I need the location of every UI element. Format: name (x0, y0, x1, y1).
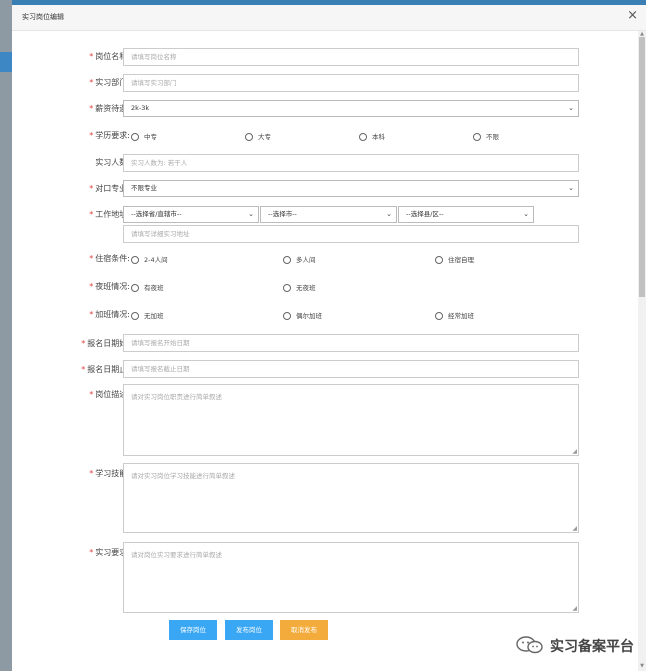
resize-grip-icon[interactable]: ◢ (572, 448, 577, 455)
accommodation-label: * 住宿条件: (89, 254, 130, 263)
salary-select[interactable]: 2k-3k ⌄ (123, 100, 579, 117)
chevron-down-icon: ⌄ (568, 184, 574, 192)
district-value: --选择县/区-- (406, 210, 444, 218)
skills-textarea[interactable]: 请对实习岗位学习技能进行简单叙述 ◢ (123, 463, 579, 533)
required-mark: * (89, 104, 94, 113)
radio-icon (435, 256, 443, 264)
district-select[interactable]: --选择县/区-- ⌄ (398, 206, 534, 223)
cancel-publish-button[interactable]: 取消发布 (280, 620, 328, 640)
city-select[interactable]: --选择市-- ⌄ (260, 206, 397, 223)
required-mark: * (89, 282, 94, 291)
address-detail-input[interactable]: 请填写详细实习地址 (123, 225, 579, 243)
radio-icon (473, 133, 481, 141)
education-option-any[interactable]: 不限 (473, 131, 499, 141)
accommodation-option-multi[interactable]: 多人间 (283, 254, 316, 264)
overtime-option-occasional[interactable]: 偶尔加班 (283, 310, 322, 320)
radio-icon (283, 284, 291, 292)
required-mark: * (89, 131, 94, 140)
modal-title: 实习岗位编辑 (22, 13, 64, 21)
overtime-option-none[interactable]: 无加班 (131, 310, 164, 320)
required-mark: * (89, 390, 94, 399)
salary-value: 2k-3k (131, 104, 150, 112)
required-mark: * (89, 254, 94, 263)
scrollbar-thumb[interactable] (639, 37, 645, 297)
chevron-down-icon: ⌄ (386, 210, 392, 218)
department-input[interactable]: 请填写实习部门 (123, 74, 579, 92)
night-shift-option-yes[interactable]: 有夜班 (131, 282, 164, 292)
required-mark: * (89, 210, 94, 219)
wechat-icon (516, 636, 543, 654)
night-shift-label: * 夜班情况: (89, 282, 130, 291)
chevron-down-icon: ⌄ (523, 210, 529, 218)
province-value: --选择省/直辖市-- (131, 210, 182, 218)
publish-position-button[interactable]: 发布岗位 (225, 620, 273, 640)
required-mark: * (89, 184, 94, 193)
scroll-down-icon[interactable]: ▼ (639, 663, 645, 669)
accommodation-option-2-4[interactable]: 2-4人间 (131, 254, 168, 264)
radio-icon (435, 312, 443, 320)
overtime-label: * 加班情况: (89, 310, 130, 319)
education-label: * 学历要求: (89, 131, 130, 140)
province-select[interactable]: --选择省/直辖市-- ⌄ (123, 206, 259, 223)
radio-icon (283, 312, 291, 320)
requirements-placeholder: 请对岗位实习要求进行简单叙述 (131, 551, 222, 559)
modal-header: 实习岗位编辑 × (12, 5, 646, 31)
description-placeholder: 请对实习岗位职责进行简单叙述 (131, 393, 222, 401)
overtime-option-frequent[interactable]: 经常加班 (435, 310, 474, 320)
save-position-button[interactable]: 保存岗位 (169, 620, 217, 640)
required-mark: * (89, 469, 94, 478)
watermark: 实习备案平台 (515, 630, 645, 660)
accommodation-option-self[interactable]: 住宿自理 (435, 254, 474, 264)
radio-icon (245, 133, 253, 141)
skills-placeholder: 请对实习岗位学习技能进行简单叙述 (131, 472, 235, 480)
description-textarea[interactable]: 请对实习岗位职责进行简单叙述 ◢ (123, 384, 579, 456)
chevron-down-icon: ⌄ (248, 210, 254, 218)
city-value: --选择市-- (268, 210, 297, 218)
close-icon[interactable]: × (627, 9, 638, 23)
headcount-input[interactable]: 实习人数为: 若干人 (123, 154, 579, 172)
chevron-down-icon: ⌄ (568, 104, 574, 112)
resize-grip-icon[interactable]: ◢ (572, 605, 577, 612)
radio-icon (283, 256, 291, 264)
required-mark: * (89, 78, 94, 87)
watermark-text: 实习备案平台 (550, 639, 634, 655)
signup-end-input[interactable]: 请填写报名截止日期 (123, 360, 579, 378)
night-shift-option-no[interactable]: 无夜班 (283, 282, 316, 292)
required-mark: * (89, 52, 94, 61)
education-option-benke[interactable]: 本科 (359, 131, 385, 141)
required-mark: * (89, 310, 94, 319)
signup-start-input[interactable]: 请填写报名开始日期 (123, 334, 579, 352)
radio-icon (131, 133, 139, 141)
radio-icon (131, 256, 139, 264)
edit-position-modal: 实习岗位编辑 × * 岗位名称: 请填写岗位名称 * 实习部门: 请填写实习部门 *… (12, 5, 646, 671)
major-select[interactable]: 不限专业 ⌄ (123, 180, 579, 197)
requirements-textarea[interactable]: 请对岗位实习要求进行简单叙述 ◢ (123, 542, 579, 613)
radio-icon (359, 133, 367, 141)
resize-grip-icon[interactable]: ◢ (572, 525, 577, 532)
required-mark: * (81, 339, 86, 348)
background-page-edge (0, 0, 12, 671)
position-name-input[interactable]: 请填写岗位名称 (123, 48, 579, 66)
education-option-zhongzhuan[interactable]: 中专 (131, 131, 157, 141)
position-form: * 岗位名称: 请填写岗位名称 * 实习部门: 请填写实习部门 * 薪资待遇: 2k-… (12, 31, 634, 671)
major-value: 不限专业 (131, 184, 157, 192)
background-active-tab (0, 52, 12, 72)
education-option-dazhuan[interactable]: 大专 (245, 131, 271, 141)
required-mark: * (89, 548, 94, 557)
radio-icon (131, 284, 139, 292)
required-mark: * (81, 365, 86, 374)
radio-icon (131, 312, 139, 320)
